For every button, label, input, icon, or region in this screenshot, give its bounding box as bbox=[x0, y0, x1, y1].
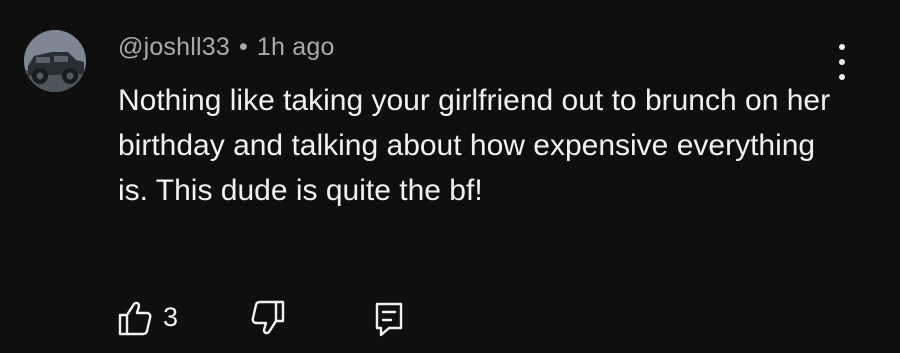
username[interactable]: @joshll33 bbox=[118, 33, 230, 61]
like-count: 3 bbox=[163, 302, 179, 332]
timestamp[interactable]: 1h ago bbox=[257, 33, 335, 61]
thumbs-up-icon bbox=[118, 301, 152, 336]
menu-dot bbox=[839, 44, 845, 50]
avatar[interactable] bbox=[24, 30, 86, 92]
thumbs-down-icon bbox=[251, 300, 285, 335]
reply-comment-icon bbox=[375, 302, 403, 337]
dislike-button[interactable] bbox=[251, 300, 285, 336]
comment-text: Nothing like taking your girlfriend out … bbox=[118, 84, 831, 207]
comment-header: @joshll33 • 1h ago bbox=[118, 33, 335, 62]
like-button[interactable] bbox=[118, 300, 152, 336]
separator-dot: • bbox=[238, 33, 248, 61]
more-vertical-icon[interactable] bbox=[832, 44, 852, 80]
reply-button[interactable] bbox=[375, 302, 405, 337]
avatar-image bbox=[24, 30, 86, 92]
menu-dot bbox=[839, 59, 845, 65]
comment-item: @joshll33 • 1h ago Nothing like taking you… bbox=[0, 0, 900, 353]
